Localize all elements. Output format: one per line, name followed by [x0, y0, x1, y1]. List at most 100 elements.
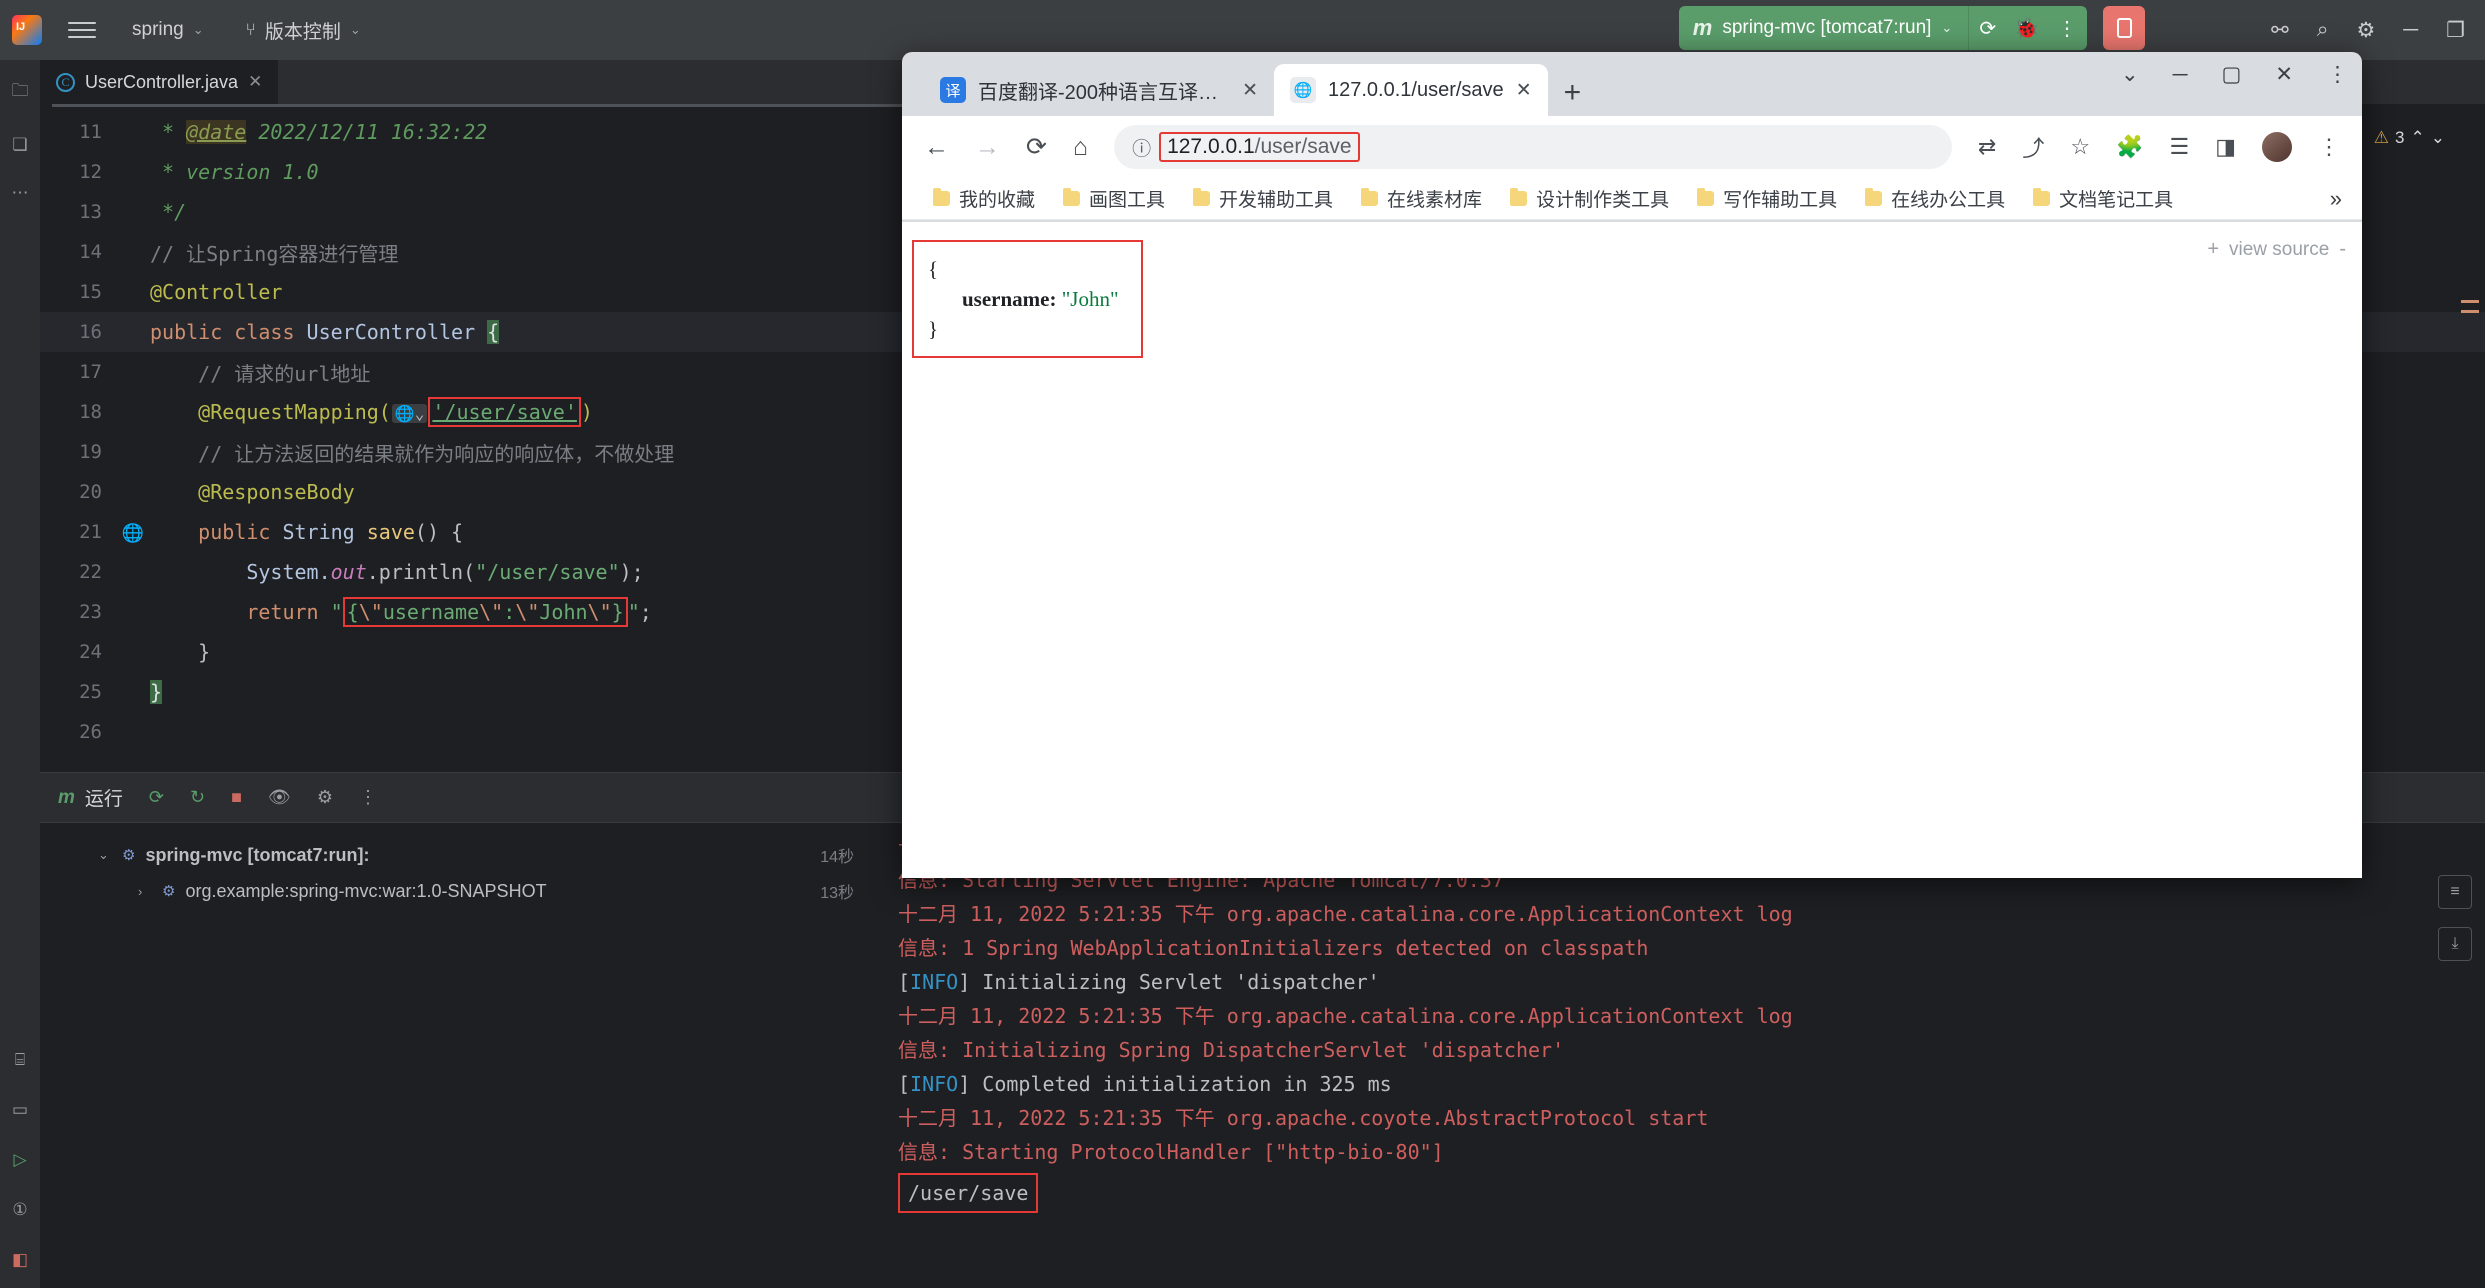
- bookmark-label: 在线素材库: [1387, 190, 1483, 211]
- gear-icon[interactable]: ⚙: [2356, 18, 2375, 43]
- rerun-icon[interactable]: ⟳: [149, 787, 164, 808]
- run-tree-row[interactable]: ⌄ ⚙ spring-mvc [tomcat7:run]: 14秒: [40, 837, 880, 873]
- console-token: ] Completed initialization in 325 ms: [958, 1072, 1392, 1096]
- tab-search-chevron-down-icon[interactable]: ⌄: [2121, 62, 2139, 87]
- json-open-brace: {: [928, 257, 939, 281]
- terminal-icon[interactable]: ▭: [12, 1100, 28, 1120]
- bookmark-item[interactable]: 画图工具: [1052, 181, 1176, 216]
- minimize-icon[interactable]: ─: [2403, 18, 2418, 42]
- settings-icon[interactable]: ⚙: [317, 787, 333, 808]
- project-folder-icon[interactable]: 🗀: [12, 78, 29, 107]
- rerun-icon[interactable]: ⟳: [1979, 16, 1996, 41]
- folder-icon: [1697, 188, 1715, 206]
- side-panel-icon[interactable]: ◨: [2215, 134, 2236, 160]
- share-icon[interactable]: ⤴: [2022, 131, 2044, 163]
- stop-icon[interactable]: ■: [231, 787, 242, 808]
- stop-square-icon: [2116, 18, 2132, 38]
- view-source-widget[interactable]: + view source -: [2207, 238, 2346, 261]
- folder-icon: [1510, 188, 1528, 206]
- reload-icon[interactable]: ⟳: [1026, 132, 1047, 162]
- chevron-down-icon: ⌄: [192, 22, 204, 37]
- line-number: 22: [79, 561, 102, 583]
- run-tree-row[interactable]: › ⚙ org.example:spring-mvc:war:1.0-SNAPSHO…: [40, 873, 880, 909]
- home-icon[interactable]: ⌂: [1073, 133, 1088, 162]
- line-number: 18: [79, 401, 102, 423]
- hamburger-menu-icon[interactable]: [68, 17, 96, 43]
- close-icon[interactable]: ✕: [248, 72, 262, 92]
- code-token: class: [234, 320, 307, 344]
- web-endpoint-globe-icon[interactable]: 🌐: [116, 520, 150, 544]
- reading-list-icon[interactable]: ☰: [2169, 134, 2189, 160]
- bookmark-item[interactable]: 在线素材库: [1350, 181, 1493, 216]
- view-source-label[interactable]: view source: [2229, 239, 2329, 261]
- close-icon[interactable]: ✕: [1516, 79, 1532, 102]
- restart-icon[interactable]: ↻: [190, 787, 205, 808]
- code-text: // 让方法返回的结果就作为响应的响应体，不做处理: [150, 438, 674, 467]
- git-icon[interactable]: ◧: [12, 1250, 28, 1270]
- address-bar[interactable]: ⓘ 127.0.0.1/user/save: [1114, 125, 1952, 169]
- bookmark-item[interactable]: 我的收藏: [922, 181, 1046, 216]
- user-avatar[interactable]: [2262, 132, 2292, 162]
- run-console[interactable]: 十二月 11, 2022 5:21:35 下午 ...信息: Starting …: [880, 823, 2425, 1288]
- bookmarks-icon[interactable]: ❏: [12, 135, 27, 155]
- close-icon[interactable]: ✕: [1242, 79, 1258, 102]
- more-vertical-icon[interactable]: ⋮: [2327, 62, 2348, 87]
- run-configuration-selector[interactable]: m spring-mvc [tomcat7:run] ⌄: [1678, 6, 1969, 50]
- console-token: INFO: [910, 1072, 959, 1096]
- new-tab-button[interactable]: +: [1564, 76, 1582, 110]
- minus-icon[interactable]: -: [2339, 238, 2346, 261]
- url-globe-chip-icon[interactable]: 🌐⌄: [391, 404, 428, 423]
- translate-icon[interactable]: ⇄: [1978, 134, 1996, 160]
- bookmark-item[interactable]: 开发辅助工具: [1182, 181, 1344, 216]
- vcs-widget[interactable]: ⑂ 版本控制 ⌄: [240, 13, 367, 48]
- browser-tab-1[interactable]: 🌐 127.0.0.1/user/save ✕: [1274, 64, 1548, 116]
- add-account-icon[interactable]: ⚯: [2271, 18, 2289, 43]
- minimize-icon[interactable]: ─: [2173, 63, 2188, 87]
- bookmark-item[interactable]: 设计制作类工具: [1499, 181, 1680, 216]
- chevron-down-icon[interactable]: ⌄: [2431, 128, 2445, 148]
- baidu-translate-icon: 译: [940, 77, 966, 103]
- more-vertical-icon[interactable]: ⋮: [2318, 134, 2340, 160]
- browser-window-controls: ⌄ ─ ▢ ✕ ⋮: [2121, 62, 2348, 87]
- restore-window-icon[interactable]: ❐: [2446, 18, 2465, 43]
- editor-tab-usercontroller[interactable]: C UserController.java ✕: [40, 60, 279, 104]
- bookmark-item[interactable]: 写作辅助工具: [1686, 181, 1848, 216]
- info-circle-icon[interactable]: ⓘ: [1132, 134, 1151, 161]
- inspection-widget[interactable]: ⚠ 3 ⌃ ⌄: [2374, 128, 2445, 148]
- code-token: */: [150, 200, 187, 224]
- more-vertical-icon[interactable]: ⋮: [359, 787, 377, 808]
- more-vertical-icon[interactable]: ⋮: [2057, 16, 2077, 41]
- bookmark-item[interactable]: 文档笔记工具: [2022, 181, 2184, 216]
- arrow-right-icon[interactable]: →: [975, 133, 1000, 162]
- folder-icon: [2033, 188, 2051, 206]
- line-number: 26: [79, 721, 102, 743]
- chevron-double-right-icon[interactable]: »: [2330, 186, 2342, 212]
- browser-tab-0[interactable]: 译 百度翻译-200种语言互译、沟通 ✕: [924, 64, 1274, 116]
- arrow-left-icon[interactable]: ←: [924, 133, 949, 162]
- chevron-down-icon[interactable]: ⌄: [98, 847, 112, 863]
- run-tree[interactable]: ⌄ ⚙ spring-mvc [tomcat7:run]: 14秒 › ⚙ org.exam…: [40, 823, 880, 1288]
- eye-icon[interactable]: 👁: [268, 787, 291, 808]
- bookmark-item[interactable]: 在线办公工具: [1854, 181, 2016, 216]
- puzzle-icon[interactable]: 🧩: [2116, 134, 2143, 160]
- star-icon[interactable]: ☆: [2070, 134, 2090, 160]
- debug-bug-icon[interactable]: 🐞: [2014, 16, 2039, 41]
- scroll-to-end-icon[interactable]: ⤓: [2438, 927, 2472, 961]
- search-icon[interactable]: ⌕: [2317, 18, 2329, 42]
- close-icon[interactable]: ✕: [2275, 62, 2293, 87]
- code-token: // 让Spring容器进行管理: [150, 241, 399, 266]
- problems-icon[interactable]: ①: [12, 1200, 27, 1220]
- chevron-right-icon[interactable]: ›: [138, 884, 152, 899]
- soft-wrap-icon[interactable]: ≡: [2438, 875, 2472, 909]
- maximize-icon[interactable]: ▢: [2222, 62, 2242, 87]
- stop-button[interactable]: [2103, 6, 2145, 50]
- project-selector[interactable]: spring ⌄: [126, 15, 210, 45]
- code-token: *: [150, 120, 187, 144]
- more-tools-icon[interactable]: ⋯: [12, 183, 29, 203]
- run-tool-icon[interactable]: ▷: [13, 1150, 26, 1170]
- chevron-down-icon: ⌄: [1941, 20, 1953, 35]
- plus-icon[interactable]: +: [2207, 238, 2219, 261]
- chevron-up-icon[interactable]: ⌃: [2411, 128, 2425, 148]
- run-panel-title-label: 运行: [84, 789, 123, 810]
- structure-icon[interactable]: ⌸: [15, 1050, 25, 1070]
